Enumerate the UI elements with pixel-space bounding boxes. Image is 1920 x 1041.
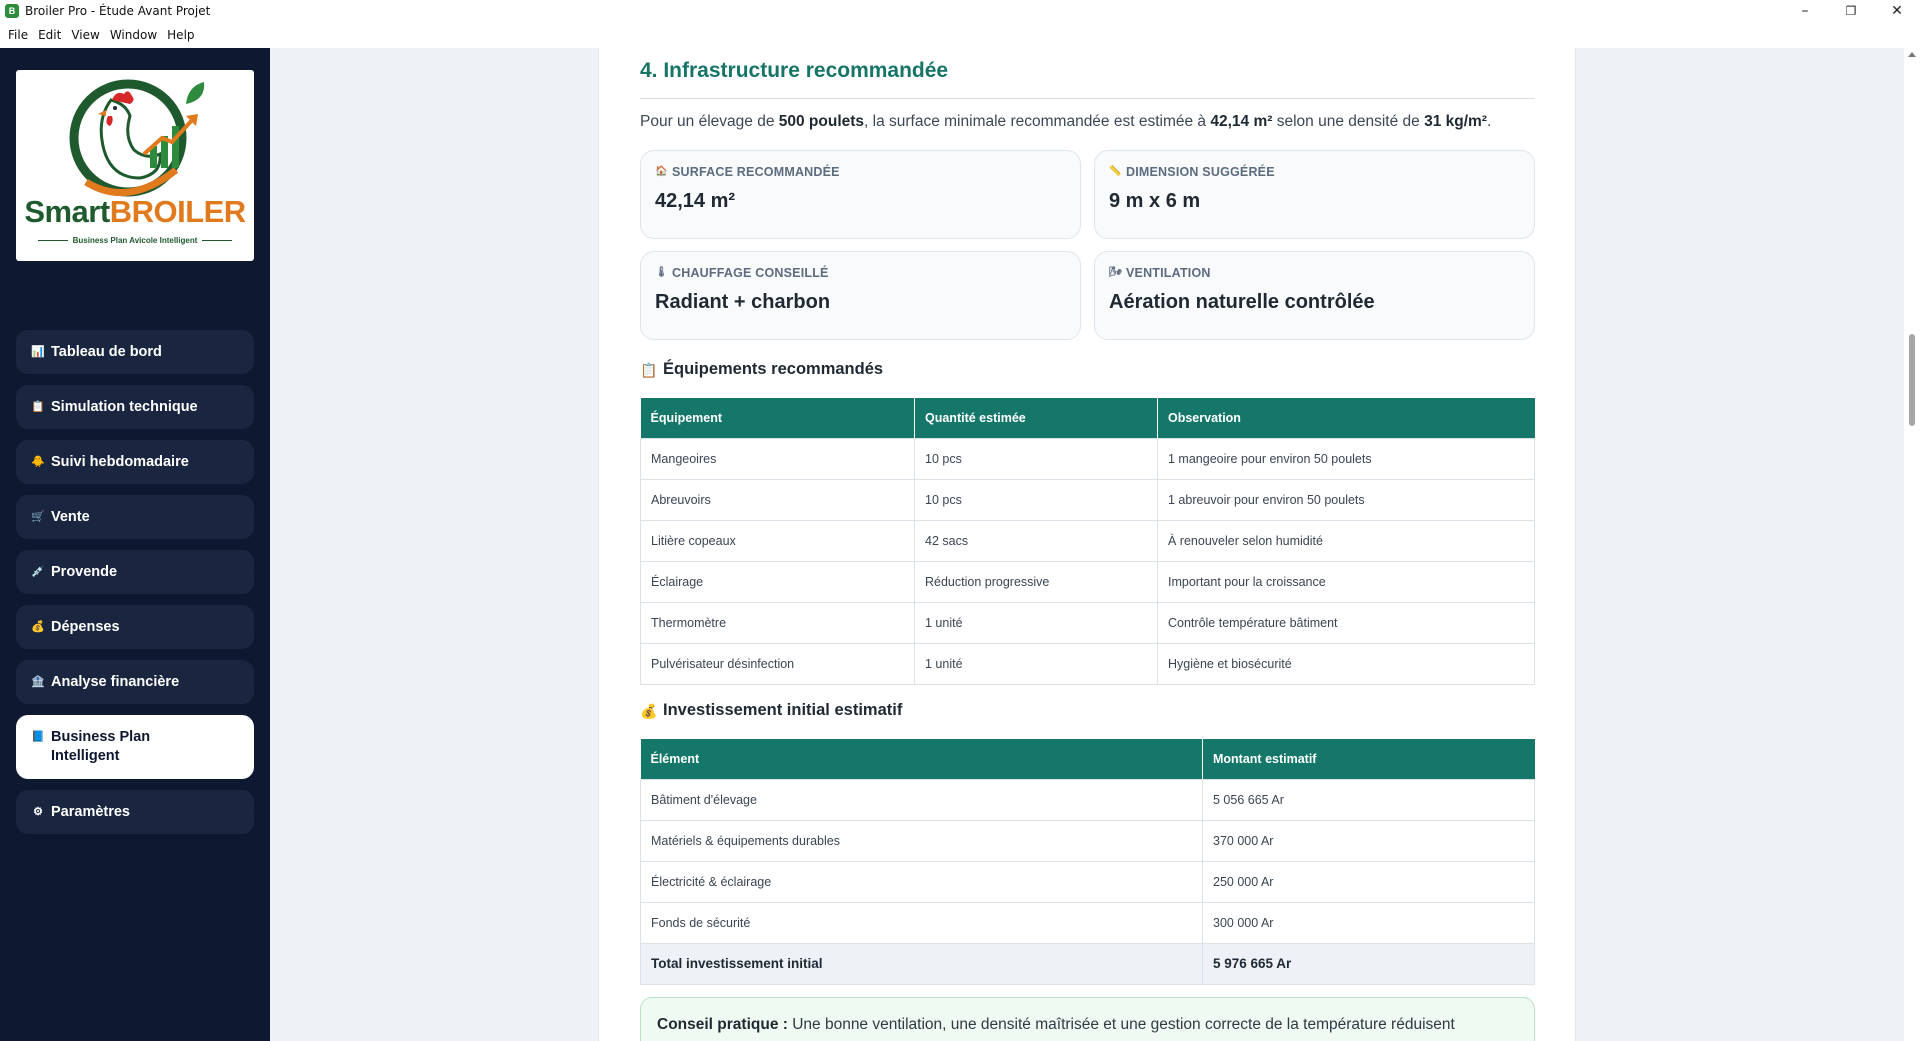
table-row: Bâtiment d'élevage 5 056 665 Ar: [640, 778, 1535, 821]
thermometer-icon: 🌡: [655, 267, 668, 278]
table-row: Matériels & équipements durables 370 000 …: [640, 819, 1535, 862]
close-button[interactable]: ✕: [1874, 0, 1920, 22]
column-header: Élément: [640, 739, 1203, 779]
cart-icon: 🛒: [31, 511, 45, 523]
card-value: 42,14 m²: [655, 190, 736, 212]
sidebar-item-label: Provende: [51, 564, 118, 580]
scroll-up-arrow-icon[interactable]: [1908, 52, 1916, 57]
table-row: Abreuvoirs 10 pcs 1 abreuvoir pour environ…: [640, 478, 1535, 521]
card-value: 9 m x 6 m: [1109, 190, 1201, 212]
card-label: DIMENSION SUGGÉRÉE: [1126, 165, 1275, 179]
sidebar-item-vente[interactable]: 🛒 Vente: [16, 495, 254, 539]
card-chauffage: 🌡 CHAUFFAGE CONSEILLÉ Radiant + charbon: [640, 251, 1081, 340]
equipment-table: Équipement Quantité estimée Observation …: [640, 398, 1535, 685]
sidebar: SmartBROILER Business Plan Avicole Intel…: [0, 48, 270, 1041]
investment-table: Élément Montant estimatif Bâtiment d'éle…: [640, 739, 1535, 985]
chick-icon: 🐥: [31, 456, 45, 468]
card-ventilation: 🌬 VENTILATION Aération naturelle contrôlé…: [1094, 251, 1535, 340]
logo-emblem: [69, 79, 205, 197]
sidebar-item-provende[interactable]: 💉 Provende: [16, 550, 254, 594]
house-icon: 🏠: [655, 166, 668, 177]
wind-icon: 🌬: [1109, 267, 1122, 278]
card-dimension: 📏 DIMENSION SUGGÉRÉE 9 m x 6 m: [1094, 150, 1535, 239]
sidebar-nav: 📊 Tableau de bord 📋 Simulation technique…: [16, 330, 254, 845]
app-icon: B: [5, 4, 19, 18]
table-row: Éclairage Réduction progressive Important …: [640, 560, 1535, 603]
menu-help[interactable]: Help: [167, 28, 194, 42]
report-page: 4. Infrastructure recommandée Pour un él…: [598, 48, 1576, 1041]
sidebar-item-label: Vente: [51, 509, 90, 525]
card-surface: 🏠 SURFACE RECOMMANDÉE 42,14 m²: [640, 150, 1081, 239]
table-row: Mangeoires 10 pcs 1 mangeoire pour environ…: [640, 437, 1535, 480]
money-bag-icon: 💰: [640, 702, 658, 719]
syringe-icon: 💉: [31, 566, 45, 578]
equipment-heading: 📋 Équipements recommandés: [640, 360, 884, 378]
column-header: Quantité estimée: [914, 398, 1158, 438]
ruler-icon: 📏: [1109, 166, 1122, 177]
bar-chart-icon: 📊: [31, 346, 45, 358]
card-value: Aération naturelle contrôlée: [1109, 291, 1375, 313]
vertical-scrollbar[interactable]: [1904, 48, 1920, 1041]
logo: SmartBROILER Business Plan Avicole Intel…: [16, 70, 254, 261]
advice-text: Une bonne ventilation, une densité maîtr…: [787, 1016, 1455, 1033]
sidebar-item-tableau-de-bord[interactable]: 📊 Tableau de bord: [16, 330, 254, 374]
menu-edit[interactable]: Edit: [38, 28, 61, 42]
bank-icon: 🏦: [31, 676, 45, 688]
sidebar-item-label: Analyse financière: [51, 674, 180, 690]
advice-box: Conseil pratique : Une bonne ventilation…: [640, 997, 1535, 1041]
sidebar-item-label: Paramètres: [51, 804, 130, 820]
table-header-row: Élément Montant estimatif: [640, 739, 1535, 779]
maximize-button[interactable]: ❐: [1828, 0, 1874, 22]
sidebar-item-label: Simulation technique: [51, 399, 198, 415]
sidebar-item-business-plan-intelligent[interactable]: 📘 Business Plan Intelligent: [16, 715, 254, 779]
card-value: Radiant + charbon: [655, 291, 831, 313]
table-row: Fonds de sécurité 300 000 Ar: [640, 901, 1535, 944]
main-area: 4. Infrastructure recommandée Pour un él…: [270, 48, 1904, 1041]
menu-bar: File Edit View Window Help: [0, 24, 197, 46]
menu-view[interactable]: View: [71, 28, 99, 42]
menu-file[interactable]: File: [8, 28, 28, 42]
sidebar-item-analyse-financiere[interactable]: 🏦 Analyse financière: [16, 660, 254, 704]
title-bar: B Broiler Pro - Étude Avant Projet – ❐ ✕: [0, 0, 1920, 22]
clipboard-icon: 📋: [31, 401, 45, 413]
money-bag-icon: 💰: [31, 621, 45, 633]
intro-text: Pour un élevage de 500 poulets, la surfa…: [640, 113, 1492, 130]
sidebar-item-simulation-technique[interactable]: 📋 Simulation technique: [16, 385, 254, 429]
section-title: 4. Infrastructure recommandée: [640, 59, 949, 82]
advice-label: Conseil pratique :: [657, 1016, 788, 1033]
table-row: Pulvérisateur désinfection 1 unité Hygiène…: [640, 642, 1535, 685]
column-header: Équipement: [640, 398, 915, 438]
sidebar-item-label: Tableau de bord: [51, 344, 162, 360]
clipboard-icon: 📋: [640, 361, 658, 378]
column-header: Montant estimatif: [1202, 739, 1535, 779]
gear-icon: ⚙: [33, 806, 43, 818]
book-icon: 📘: [31, 731, 45, 743]
scroll-thumb[interactable]: [1909, 334, 1915, 426]
card-label: CHAUFFAGE CONSEILLÉ: [672, 266, 829, 280]
logo-wordmark: SmartBROILER: [24, 194, 246, 229]
table-row: Électricité & éclairage 250 000 Ar: [640, 860, 1535, 903]
sidebar-item-depenses[interactable]: 💰 Dépenses: [16, 605, 254, 649]
title-divider: [640, 98, 1535, 99]
sidebar-item-label: Dépenses: [51, 619, 120, 635]
column-header: Observation: [1157, 398, 1535, 438]
table-header-row: Équipement Quantité estimée Observation: [640, 398, 1535, 438]
menu-window[interactable]: Window: [110, 28, 157, 42]
card-label: VENTILATION: [1126, 266, 1211, 280]
sidebar-item-parametres[interactable]: ⚙ Paramètres: [16, 790, 254, 834]
table-row: Thermomètre 1 unité Contrôle température b…: [640, 601, 1535, 644]
total-row: Total investissement initial 5 976 665 Ar: [640, 942, 1535, 985]
investment-heading: 💰 Investissement initial estimatif: [640, 701, 903, 719]
window-title: Broiler Pro - Étude Avant Projet: [25, 4, 211, 18]
sidebar-item-label: Suivi hebdomadaire: [51, 454, 189, 470]
logo-tagline: Business Plan Avicole Intelligent: [16, 236, 254, 245]
sidebar-item-label: Business Plan Intelligent: [51, 729, 151, 764]
card-label: SURFACE RECOMMANDÉE: [672, 165, 840, 179]
table-row: Litière copeaux 42 sacs À renouveler selon…: [640, 519, 1535, 562]
minimize-button[interactable]: –: [1782, 0, 1828, 22]
sidebar-item-suivi-hebdomadaire[interactable]: 🐥 Suivi hebdomadaire: [16, 440, 254, 484]
